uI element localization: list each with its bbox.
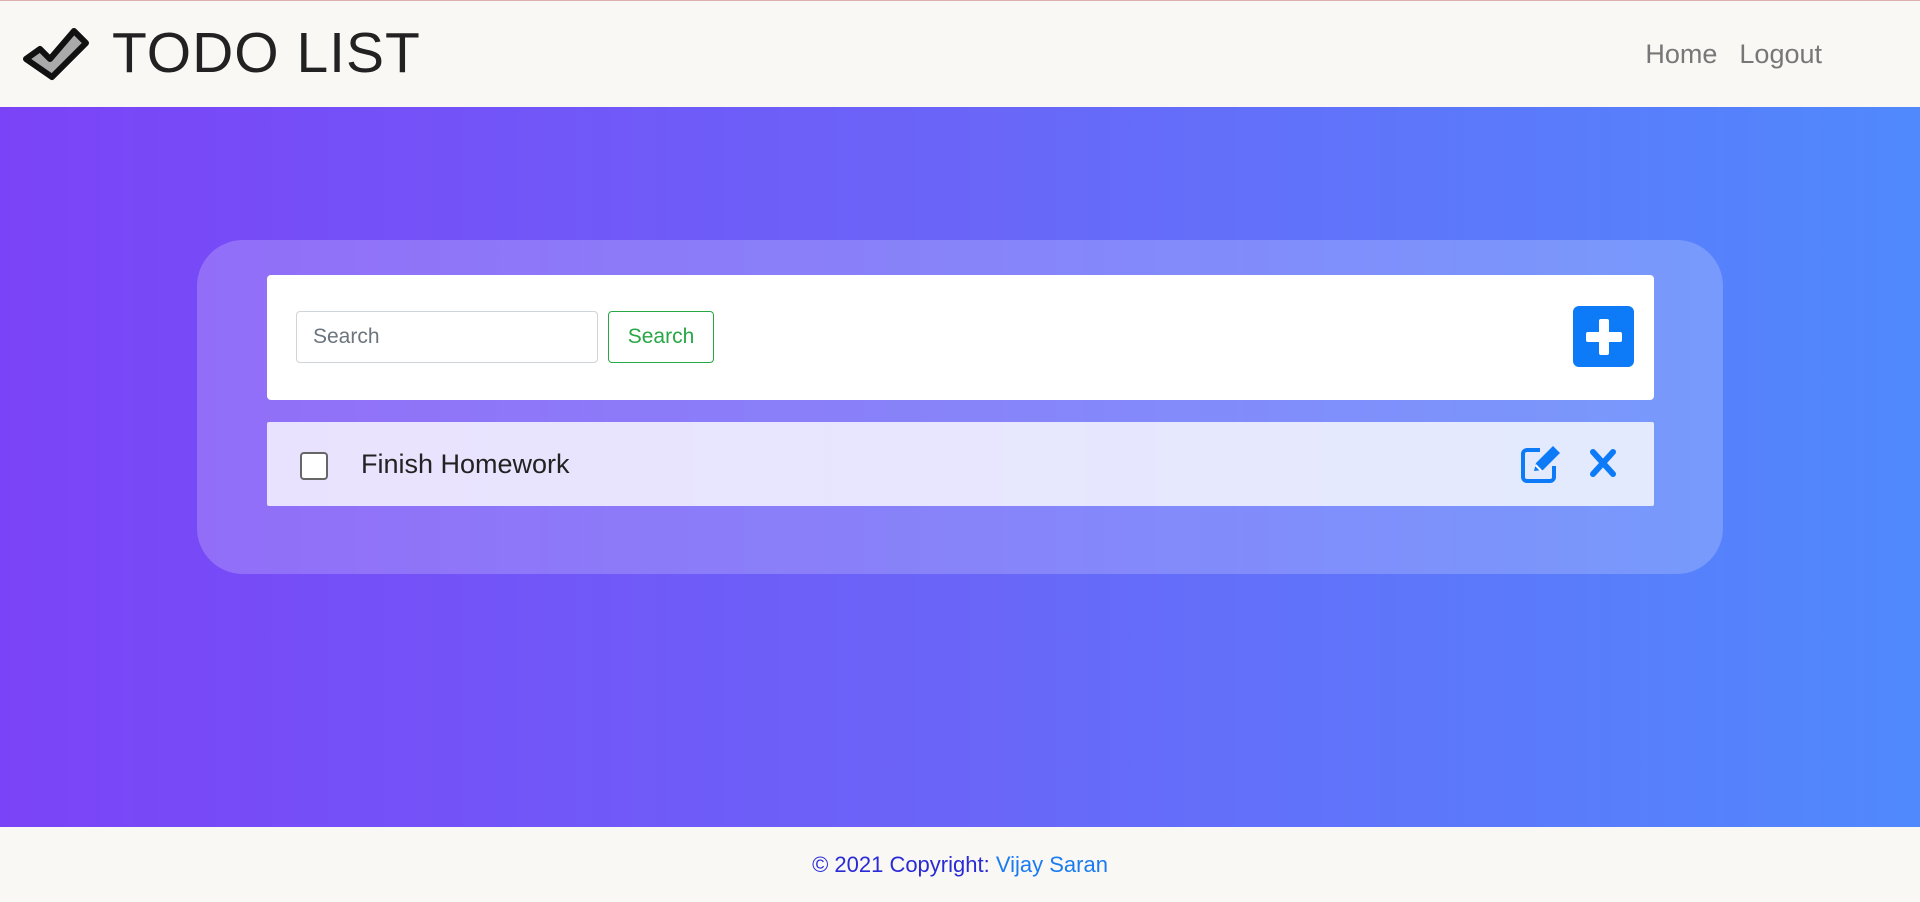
- todo-text: Finish Homework: [361, 449, 570, 479]
- nav-logout-link[interactable]: Logout: [1739, 39, 1822, 70]
- brand[interactable]: TODO LIST: [22, 23, 421, 83]
- brand-title: TODO LIST: [112, 21, 421, 85]
- plus-icon: [1585, 318, 1622, 355]
- todo-item: Finish Homework: [267, 422, 1654, 506]
- nav-home-link[interactable]: Home: [1645, 39, 1717, 70]
- search-input[interactable]: [296, 311, 598, 363]
- search-button[interactable]: Search: [608, 311, 714, 363]
- close-icon[interactable]: [1589, 448, 1617, 478]
- edit-icon[interactable]: [1520, 444, 1562, 484]
- main-area: Search Finish Homework: [0, 107, 1920, 827]
- add-todo-button[interactable]: [1573, 306, 1634, 367]
- nav-links: Home Logout: [1645, 39, 1822, 70]
- checkmark-icon: [23, 28, 89, 80]
- footer: © 2021 Copyright: Vijay Saran: [0, 827, 1920, 902]
- navbar: TODO LIST Home Logout: [0, 0, 1920, 107]
- copyright-text: © 2021 Copyright:: [812, 852, 996, 877]
- search-card: Search: [267, 275, 1654, 400]
- todo-panel: Search Finish Homework: [197, 240, 1723, 574]
- author-link[interactable]: Vijay Saran: [996, 852, 1108, 877]
- todo-checkbox[interactable]: [300, 452, 328, 480]
